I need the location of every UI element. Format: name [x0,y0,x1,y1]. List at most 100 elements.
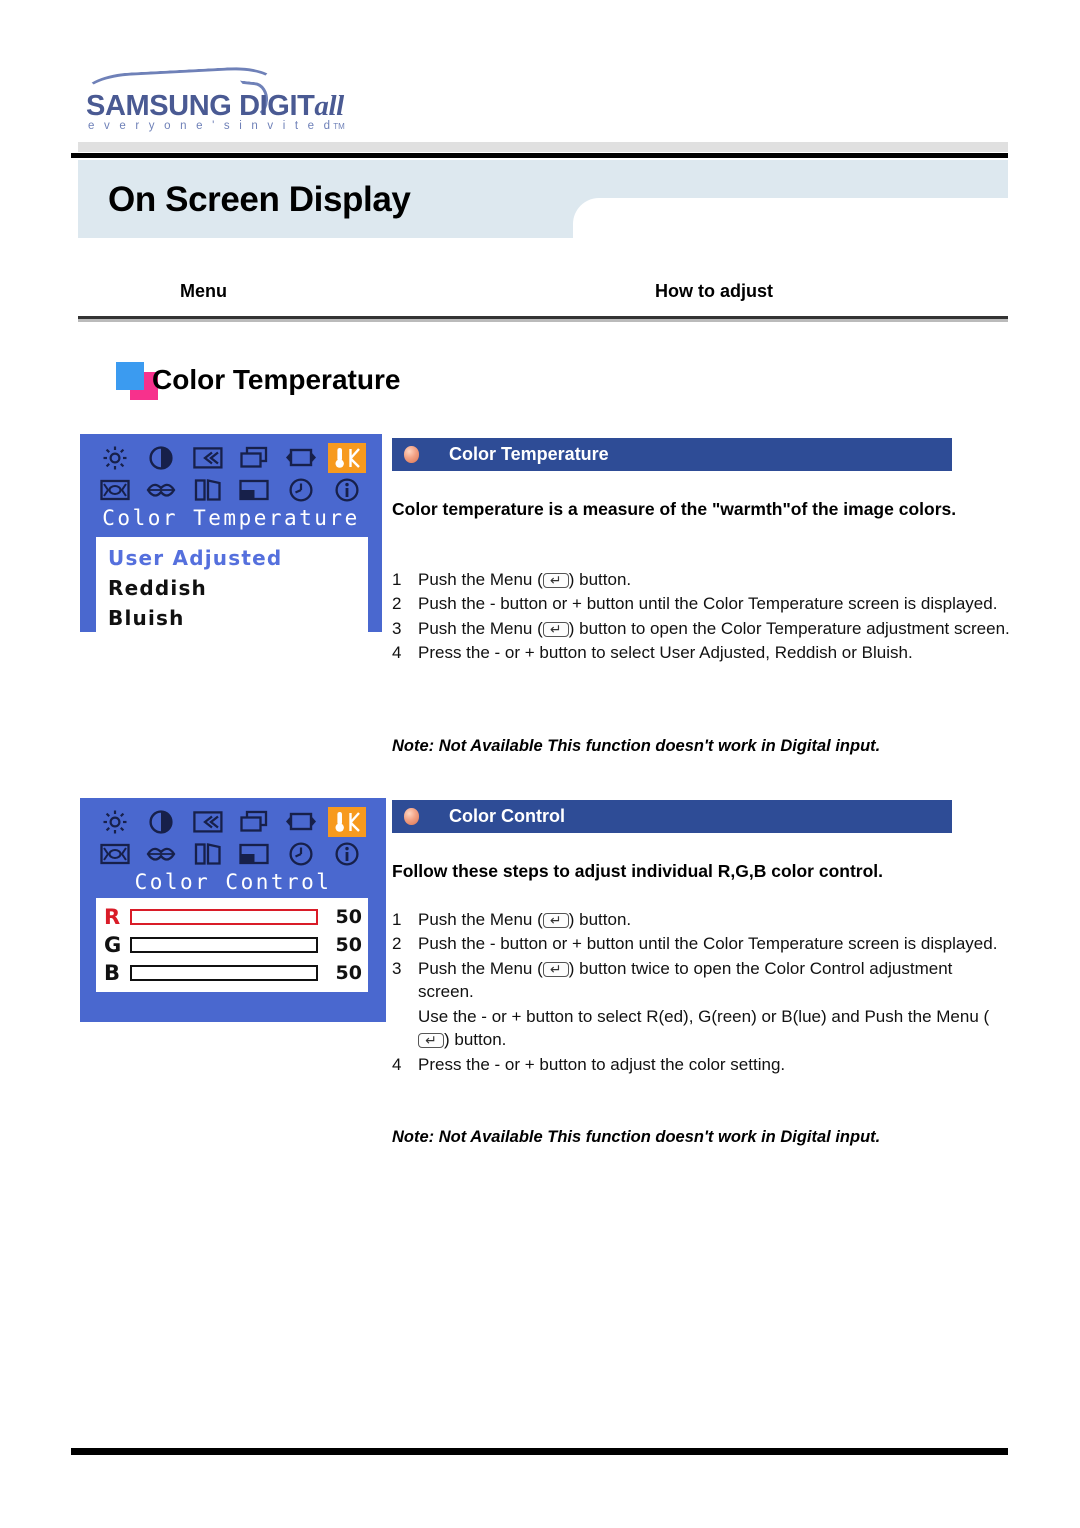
osd-position-icon[interactable] [235,475,273,505]
information-icon[interactable] [328,839,366,869]
section-bar-label: Color Temperature [449,444,609,464]
step-text-post: ) button. [568,570,632,589]
section-bar-label: Color Control [449,806,565,826]
osd-position-icon[interactable] [235,839,273,869]
step-text: Push the - button or + button until the … [418,594,998,614]
sphere-bullet-icon [404,808,419,825]
step-text-post: ) button to open the Color Temperature a… [568,618,1010,638]
information-icon[interactable] [328,475,366,505]
menu-button-key-icon[interactable] [418,1029,444,1051]
step-item: 4 Press the - or + button to adjust the … [392,1053,1012,1076]
slider-value-green: 50 [335,934,362,956]
brightness-sun-icon[interactable] [96,807,134,837]
osd-icon-row-1 [96,442,366,474]
logo-word-italic: all [314,90,344,122]
column-header-menu: Menu [180,281,227,301]
slider-label-blue: B [104,961,121,985]
slider-track-green[interactable] [130,937,318,953]
step-number: 1 [392,570,402,589]
color-temperature-thermometer-k-icon[interactable] [327,807,366,837]
slider-track-red[interactable] [130,909,318,925]
step-item: 1 Push the Menu ( ) button. [392,568,1012,591]
step-text-pre: Push the Menu ( [418,618,543,638]
step-text: Press the - or + button to select User A… [418,643,913,663]
contrast-halfcircle-icon[interactable] [142,443,180,473]
step-item: 1 Push the Menu ( ) button. [392,908,1012,931]
column-header-how-to-adjust: How to adjust [655,281,773,301]
slider-label-red: R [104,905,121,929]
step-number: 2 [392,934,402,954]
page-title-band-notch [573,198,1008,240]
page-title: On Screen Display [108,180,411,219]
color-temperature-thermometer-k-icon[interactable] [327,443,366,473]
horizontal-position-icon[interactable] [189,807,227,837]
section-bar-color-temperature: Color Temperature [392,438,952,471]
step-text: Push the Menu ( ) button. [418,908,1012,931]
slider-track-blue[interactable] [130,965,318,981]
logo-tagline-tm: TM [333,122,345,131]
logo-word-main: SAMSUNG DIGIT [86,90,315,122]
osd-icon-grid [96,806,366,870]
osd-option-list: User Adjusted Reddish Bluish [96,537,368,639]
logo-tagline: e v e r y o n e ' s i n v i t e dTM [88,120,345,132]
bottom-black-rule [71,1448,1008,1455]
vertical-position-icon[interactable] [282,443,320,473]
step-number: 3 [392,958,402,978]
lead-paragraph-color-temperature: Color temperature is a measure of the "w… [392,499,957,519]
logo-wordmark: SAMSUNG DIGITall [86,90,344,123]
sphere-bullet-icon [404,446,419,463]
osd-option-user-adjusted[interactable]: User Adjusted [96,543,368,573]
osd-screenshot-color-control: Color Control R 50 G 50 B 50 [80,798,386,1022]
clock-timer-icon[interactable] [282,475,320,505]
sharpness-icon[interactable] [189,475,227,505]
step-text: Press the - or + button to adjust the co… [418,1054,786,1074]
osd-caption: Color Temperature [102,506,360,530]
vertical-position-icon[interactable] [282,807,320,837]
menu-button-key-icon[interactable] [542,958,569,980]
image-lock-icon[interactable] [96,839,134,869]
step-text: Use the - or + button to select R(ed), G… [418,1005,1012,1052]
sharpness-icon[interactable] [189,839,227,869]
image-lock-icon[interactable] [96,475,134,505]
contrast-halfcircle-icon[interactable] [142,807,180,837]
osd-slider-row-red[interactable]: R 50 [96,903,368,931]
brightness-sun-icon[interactable] [96,443,134,473]
top-gray-strip [78,142,1008,152]
step-item: 2 Push the - button or + button until th… [392,932,1012,955]
step-item: 4 Press the - or + button to select User… [392,641,1012,664]
slider-value-red: 50 [335,906,362,928]
step-text: Push the Menu () button twice to open th… [418,957,1012,1004]
osd-icon-row-1 [96,806,366,838]
step-number: 3 [392,618,402,638]
step-text-post: ) button. [568,910,632,929]
image-size-frame-icon[interactable] [235,443,273,473]
logo-tagline-text: e v e r y o n e ' s i n v i t e d [88,120,334,132]
language-lips-icon[interactable] [142,839,180,869]
steps-color-control: 1 Push the Menu ( ) button. 2 Push the - … [392,908,1012,1077]
osd-slider-row-blue[interactable]: B 50 [96,959,368,987]
osd-slider-row-green[interactable]: G 50 [96,931,368,959]
column-header-divider [78,316,1008,322]
step-number: 4 [392,1054,402,1074]
menu-button-key-icon[interactable] [542,569,569,591]
menu-button-key-icon[interactable] [542,909,569,931]
note-color-temperature: Note: Not Available This function doesn'… [392,737,881,755]
samsung-digitall-logo: SAMSUNG DIGITall e v e r y o n e ' s i n… [78,65,345,132]
step-item: 3 Push the Menu () button twice to open … [392,957,1012,1004]
osd-option-reddish[interactable]: Reddish [96,573,368,603]
osd-option-bluish[interactable]: Bluish [96,603,368,633]
clock-timer-icon[interactable] [282,839,320,869]
step-text-pre: Push the Menu ( [418,910,543,929]
step-item: 3 Push the Menu ( ) button to open the Co… [392,617,1012,640]
language-lips-icon[interactable] [142,475,180,505]
osd-caption: Color Control [134,870,332,894]
image-size-frame-icon[interactable] [235,807,273,837]
step-text-pre: Push the Menu ( [418,570,543,589]
menu-button-key-icon[interactable] [542,618,569,640]
step-item: 2 Push the - button or + button until th… [392,592,1012,615]
osd-icon-grid [96,442,366,506]
osd-icon-row-2 [96,838,366,870]
blue-square-bullet-icon [116,362,144,390]
horizontal-position-icon[interactable] [189,443,227,473]
step-number: 1 [392,910,402,929]
